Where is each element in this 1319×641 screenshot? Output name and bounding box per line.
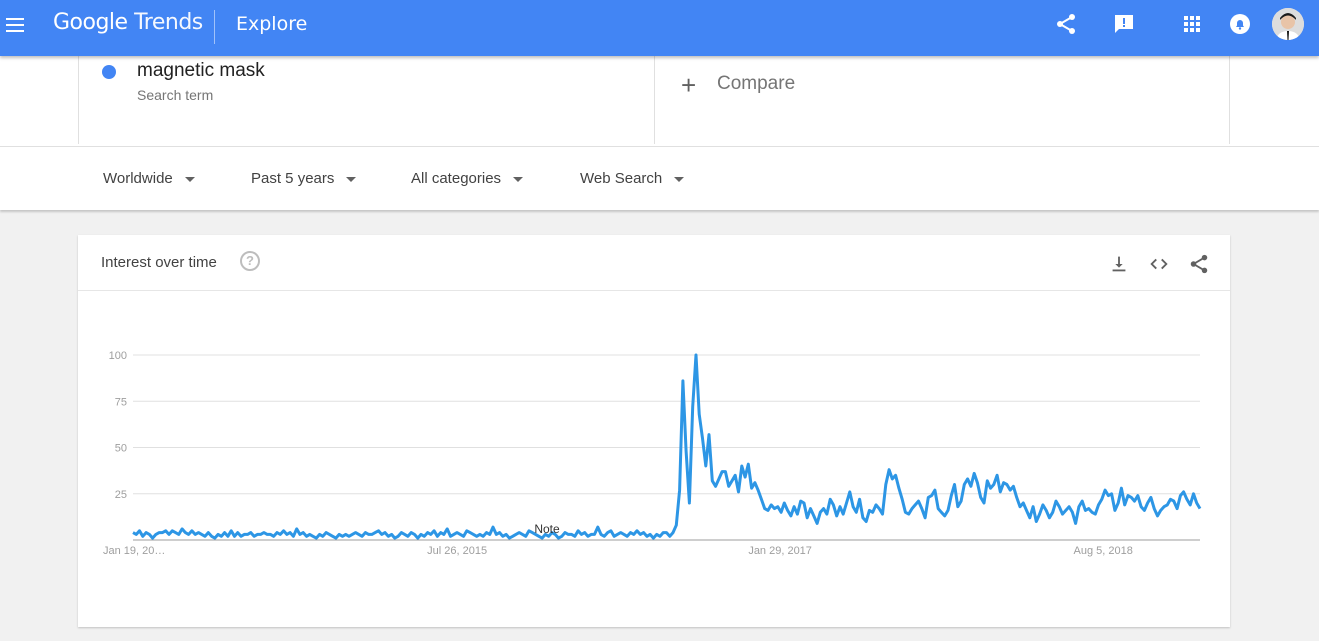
property-filter[interactable]: Web Search <box>580 170 685 187</box>
add-icon[interactable]: + <box>681 70 696 101</box>
y-tick-labels: 25 50 75 100 <box>109 350 127 501</box>
top-app-bar: Google Trends Explore <box>0 0 1319 56</box>
y-tick-label: 25 <box>115 489 127 501</box>
header-divider <box>214 10 215 44</box>
x-tick-label: Jan 29, 2017 <box>748 545 812 557</box>
logo-google: Google <box>53 10 128 35</box>
interest-line-chart[interactable]: 25 50 75 100 Jan 19, 20… Jul 26, 2015 Jan 29,… <box>78 235 1230 627</box>
compare-card[interactable]: + Compare <box>654 56 1230 144</box>
feedback-icon[interactable] <box>1112 12 1136 36</box>
x-tick-label: Jan 19, 20… <box>103 545 165 557</box>
property-filter-label: Web Search <box>580 170 663 187</box>
page-title: Explore <box>236 13 308 35</box>
notifications-icon[interactable] <box>1228 12 1252 36</box>
term-color-dot <box>102 65 116 79</box>
compare-label[interactable]: Compare <box>717 73 795 95</box>
x-tick-label: Jul 26, 2015 <box>427 545 487 557</box>
category-filter-label: All categories <box>411 170 502 187</box>
caret-down-icon <box>513 176 524 182</box>
series-line-magnetic-mask[interactable] <box>132 353 1202 540</box>
y-tick-label: 75 <box>115 396 127 408</box>
note-annotation[interactable]: Note <box>534 522 560 536</box>
region-filter[interactable]: Worldwide <box>103 170 195 187</box>
caret-down-icon <box>674 176 685 182</box>
search-term-type: Search term <box>137 87 214 103</box>
avatar-image <box>1272 8 1304 40</box>
interest-over-time-card: Interest over time ? 25 50 75 100 Jan 19, 2… <box>78 235 1230 627</box>
region-filter-label: Worldwide <box>103 170 173 187</box>
filter-bar: Worldwide Past 5 years All categories We… <box>0 146 1319 210</box>
google-trends-logo[interactable]: Google Trends <box>53 10 203 35</box>
apps-icon[interactable] <box>1180 12 1204 36</box>
y-tick-label: 100 <box>109 350 127 362</box>
search-terms-panel: magnetic mask Search term + Compare <box>0 56 1319 146</box>
time-filter-label: Past 5 years <box>251 170 335 187</box>
logo-trends: Trends <box>134 10 203 35</box>
category-filter[interactable]: All categories <box>411 170 524 187</box>
y-tick-label: 50 <box>115 443 127 455</box>
x-tick-labels: Jan 19, 20… Jul 26, 2015 Jan 29, 2017 Aug 5… <box>103 545 1133 557</box>
share-icon[interactable] <box>1054 12 1078 36</box>
chart-gridlines <box>133 354 1200 495</box>
search-term-name[interactable]: magnetic mask <box>137 60 265 82</box>
time-filter[interactable]: Past 5 years <box>251 170 357 187</box>
account-avatar[interactable] <box>1272 8 1304 40</box>
caret-down-icon <box>346 176 357 182</box>
x-tick-label: Aug 5, 2018 <box>1074 545 1133 557</box>
caret-down-icon <box>184 176 195 182</box>
search-term-card[interactable]: magnetic mask Search term <box>78 56 655 144</box>
menu-icon[interactable] <box>6 14 26 42</box>
